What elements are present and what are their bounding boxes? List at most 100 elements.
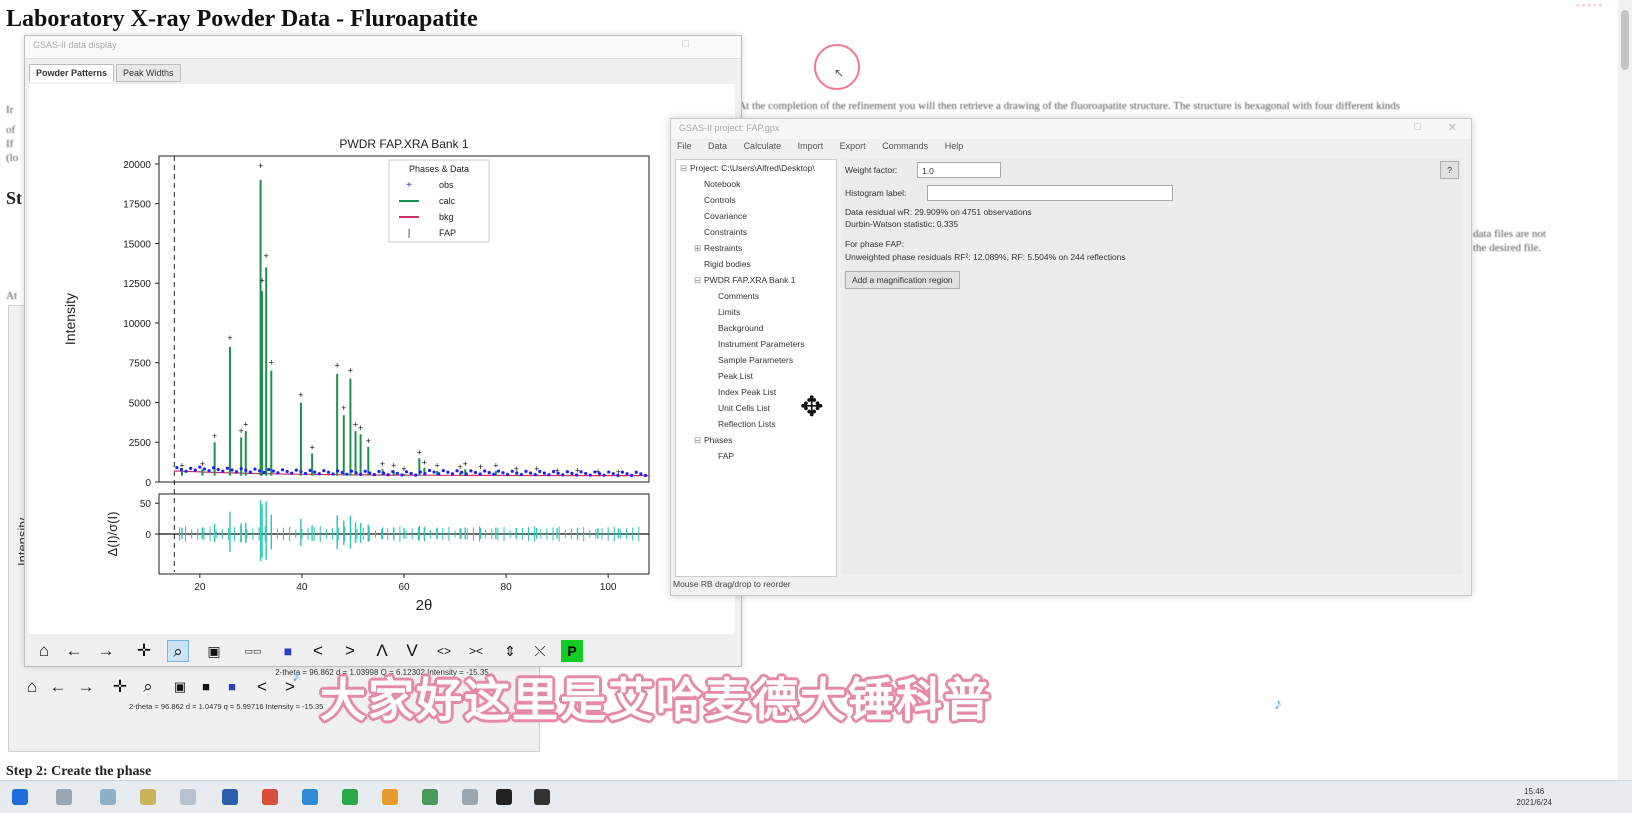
tree-item[interactable]: Peak List	[676, 368, 836, 384]
tree-item[interactable]: Instrument Parameters	[676, 336, 836, 352]
powder-pattern-chart[interactable]: PWDR FAP.XRA Bank 1 20000 17500 15000 12500 1…	[29, 84, 735, 634]
app-icon[interactable]	[56, 789, 72, 805]
tab-powder-patterns[interactable]: Powder Patterns	[29, 64, 115, 82]
tree-item[interactable]: Constraints	[676, 224, 836, 240]
menu-calculate[interactable]: Calculate	[744, 141, 782, 151]
close-icon[interactable]: ✕	[1448, 121, 1457, 134]
tree-item[interactable]: Comments	[676, 288, 836, 304]
video-subtitle: 大家好这里是艾哈麦德大锤科普	[320, 674, 992, 726]
start-icon[interactable]	[12, 789, 28, 805]
tree-item[interactable]: ⊟ PWDR FAP.XRA Bank 1	[676, 272, 836, 288]
help-button[interactable]: ?	[1440, 161, 1459, 179]
pan-icon[interactable]: ✛	[133, 640, 155, 662]
up-icon[interactable]: Λ	[371, 640, 393, 662]
back-arrow-icon[interactable]: ←	[63, 640, 85, 662]
app-icon[interactable]	[100, 789, 116, 805]
home-icon[interactable]: ⌂	[33, 640, 55, 662]
forward-arrow-icon[interactable]: →	[95, 640, 117, 662]
tree-item[interactable]: FAP	[676, 448, 836, 464]
page-scrollbar-thumb[interactable]	[1621, 10, 1629, 70]
zoom-icon[interactable]: ⌕	[167, 640, 189, 662]
obs-point	[280, 468, 285, 472]
expand-icon[interactable]: <>	[433, 640, 455, 662]
left-icon[interactable]: <	[251, 676, 273, 698]
tab-peak-widths[interactable]: Peak Widths	[116, 64, 181, 82]
tree-item[interactable]: ⊟ Phases	[676, 432, 836, 448]
window-maximize-icon[interactable]: □	[1414, 121, 1421, 133]
plot-canvas[interactable]: PWDR FAP.XRA Bank 1 20000 17500 15000 12500 1…	[29, 84, 735, 634]
obs-point	[492, 472, 496, 476]
down-icon[interactable]: V	[401, 640, 423, 662]
obs-point	[363, 469, 367, 473]
histogram-label-input[interactable]	[927, 185, 1173, 201]
app-icon[interactable]	[222, 789, 238, 805]
pan-icon[interactable]: ✛	[109, 676, 131, 698]
window-maximize-icon[interactable]: □	[682, 38, 689, 50]
page-fragment: of	[6, 124, 16, 136]
save-icon[interactable]: ▣	[169, 676, 191, 698]
unweighted-residual-text: Unweighted phase residuals RF²: 12.089%,…	[845, 252, 1126, 262]
wechat-icon[interactable]	[342, 789, 358, 805]
tree-item[interactable]: Rigid bodies	[676, 256, 836, 272]
obs-point	[386, 473, 390, 477]
zoom-icon[interactable]: ⌕	[137, 676, 159, 698]
tree-item-label: Unit Cells List	[718, 403, 770, 413]
tree-expander-icon[interactable]: ⊞	[694, 240, 704, 256]
menu-data[interactable]: Data	[708, 141, 727, 151]
left-icon[interactable]: <	[307, 640, 329, 662]
tree-item-label: Project: C:\Users\Alfred\Desktop\	[690, 163, 815, 173]
obs-peak-marker: +	[258, 161, 263, 171]
plot-tabs: Powder Patterns Peak Widths	[29, 63, 183, 82]
app-icon[interactable]	[382, 789, 398, 805]
tree-item[interactable]: Notebook	[676, 176, 836, 192]
menu-help[interactable]: Help	[945, 141, 964, 151]
menu-file[interactable]: File	[677, 141, 692, 151]
folder-icon[interactable]	[140, 789, 156, 805]
contract-icon[interactable]: ><	[465, 640, 487, 662]
tree-item-label: Phases	[704, 435, 733, 445]
forward-arrow-icon[interactable]: →	[75, 676, 97, 698]
menu-import[interactable]: Import	[798, 141, 824, 151]
data-window-titlebar[interactable]: GSAS-II project: FAP.gpx □ ✕	[671, 119, 1471, 139]
page-scrollbar[interactable]	[1618, 0, 1632, 780]
app-icon[interactable]	[180, 789, 196, 805]
menu-export[interactable]: Export	[840, 141, 866, 151]
x-scale-icon[interactable]: ⤬	[529, 640, 551, 662]
palette-icon[interactable]: ■	[221, 676, 243, 698]
mail-icon[interactable]	[302, 789, 318, 805]
tree-item[interactable]: Sample Parameters	[676, 352, 836, 368]
menu-commands[interactable]: Commands	[882, 141, 928, 151]
back-arrow-icon[interactable]: ←	[47, 676, 69, 698]
data-tree[interactable]: ⊟ Project: C:\Users\Alfred\Desktop\ Notebo…	[675, 159, 837, 577]
plot-window-titlebar[interactable]: GSAS-II data display □	[25, 36, 741, 59]
key-press-icon[interactable]: ■	[195, 676, 217, 698]
obs-peak-marker: +	[463, 459, 468, 469]
tree-item[interactable]: Covariance	[676, 208, 836, 224]
tree-item-label: Peak List	[718, 371, 753, 381]
palette-icon[interactable]: ■	[277, 640, 299, 662]
publish-icon[interactable]: P	[561, 640, 583, 662]
app-icon[interactable]	[422, 789, 438, 805]
app-icon[interactable]	[462, 789, 478, 805]
taskbar-clock[interactable]: 15:46 2021/6/24	[1516, 786, 1552, 808]
terminal-icon[interactable]	[496, 789, 512, 805]
tree-item[interactable]: Controls	[676, 192, 836, 208]
tree-expander-icon[interactable]: ⊟	[694, 432, 704, 448]
save-icon[interactable]: ▣	[203, 640, 225, 662]
tree-expander-icon[interactable]: ⊟	[694, 272, 704, 288]
weight-factor-input[interactable]: 1.0	[917, 162, 1001, 178]
tree-item[interactable]: ⊞ Restraints	[676, 240, 836, 256]
legend-label: obs	[439, 180, 454, 190]
key-press-icon[interactable]: ▭▭	[231, 640, 275, 662]
vertical-scale-icon[interactable]: ⇕	[499, 640, 521, 662]
app-icon[interactable]	[534, 789, 550, 805]
add-magnification-button[interactable]: Add a magnification region	[845, 271, 960, 289]
right-icon[interactable]: >	[339, 640, 361, 662]
tree-expander-icon[interactable]: ⊟	[680, 160, 690, 176]
tree-item[interactable]: Background	[676, 320, 836, 336]
obs-point	[515, 471, 519, 475]
home-icon[interactable]: ⌂	[21, 676, 43, 698]
tree-item[interactable]: Limits	[676, 304, 836, 320]
browser-icon[interactable]	[262, 789, 278, 805]
tree-item[interactable]: ⊟ Project: C:\Users\Alfred\Desktop\	[676, 160, 836, 176]
